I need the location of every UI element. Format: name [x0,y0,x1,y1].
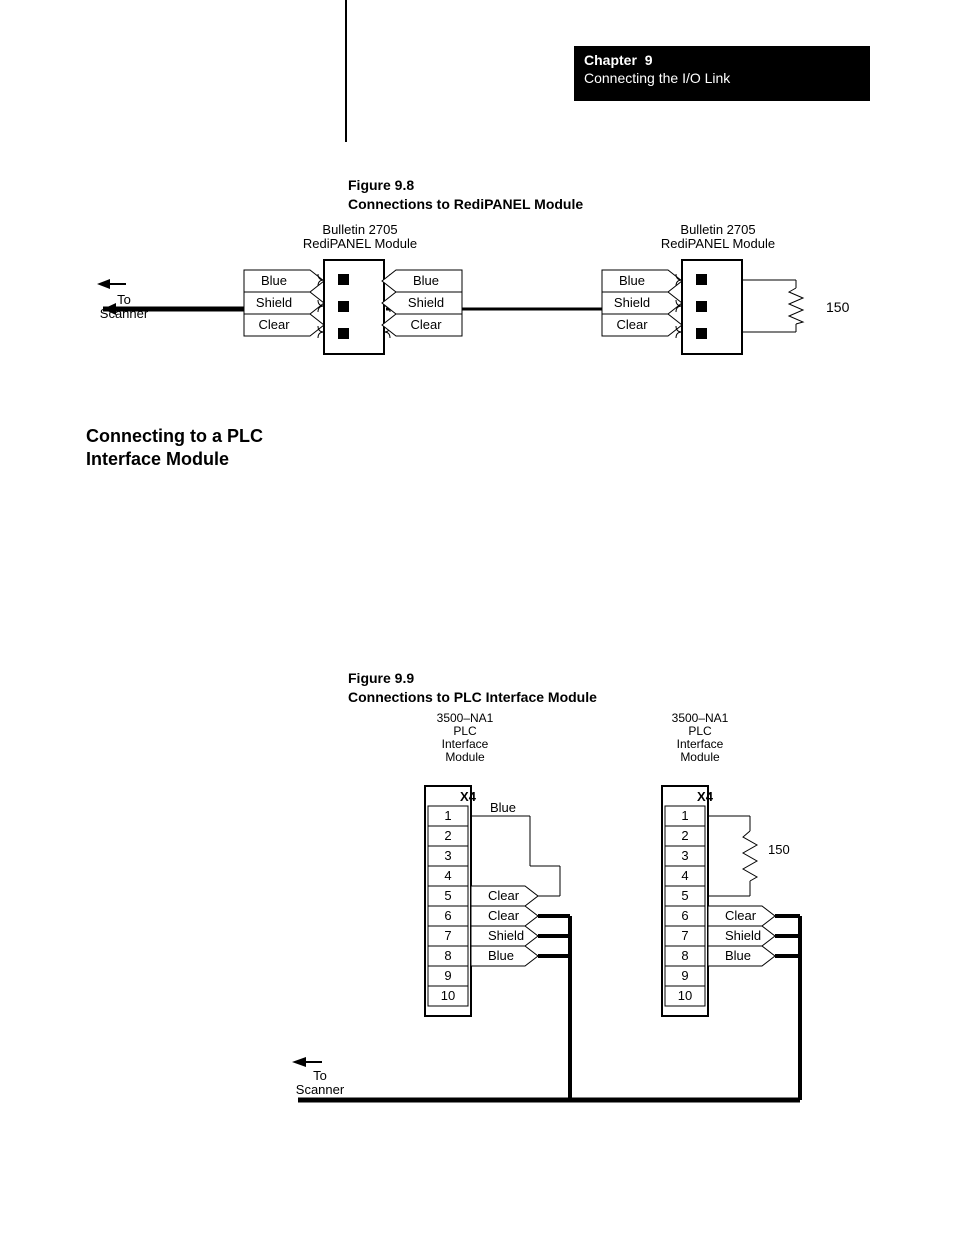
figure-99-caption: Figure 9.9 Connections to PLC Interface … [348,669,597,707]
module-2 [676,260,742,354]
module1-label-l2: RediPANEL Module [303,236,417,251]
to-scanner-2-l1: To [313,1068,327,1083]
svg-text:PLC: PLC [688,724,712,738]
svg-text:150: 150 [768,842,790,857]
section-heading-l1: Connecting to a PLC [86,426,263,446]
terminator-value: 150 [826,299,850,315]
svg-text:7: 7 [444,928,451,943]
figure-98-diagram: Bulletin 2705 RediPANEL Module Bulletin … [66,218,936,388]
svg-text:3: 3 [444,848,451,863]
chapter-number: 9 [645,52,653,68]
svg-text:Blue: Blue [488,948,514,963]
svg-text:10: 10 [441,988,455,1003]
module2-label-l1: Bulletin 2705 [680,222,755,237]
svg-text:2: 2 [444,828,451,843]
to-scanner-2-l2: Scanner [296,1082,345,1097]
svg-text:10: 10 [678,988,692,1003]
svg-text:3500–NA1: 3500–NA1 [672,711,729,725]
svg-text:8: 8 [444,948,451,963]
wire-block-2a: Blue Shield Clear [602,270,682,336]
section-heading-l2: Interface Module [86,449,229,469]
terminal-block-1: X4 1 2 3 4 5 6 7 8 9 10 [425,786,477,1016]
terminal-block-2: X4 1 2 3 4 5 6 7 8 9 10 [662,786,714,1016]
svg-text:Interface: Interface [442,737,489,751]
svg-text:6: 6 [444,908,451,923]
svg-text:Clear: Clear [488,888,520,903]
module-1 [318,260,390,354]
svg-text:8: 8 [681,948,688,963]
svg-text:Shield: Shield [408,295,444,310]
svg-text:Clear: Clear [258,317,290,332]
terminator-resistor: 150 [742,280,850,332]
svg-text:9: 9 [444,968,451,983]
svg-text:4: 4 [681,868,688,883]
svg-text:Shield: Shield [614,295,650,310]
svg-text:Clear: Clear [616,317,648,332]
chapter-subtitle: Connecting the I/O Link [584,70,860,86]
to-scanner-l1: To [117,292,131,307]
svg-text:Shield: Shield [256,295,292,310]
svg-text:7: 7 [681,928,688,943]
figure-99-title: Connections to PLC Interface Module [348,689,597,705]
figure-98-caption: Figure 9.8 Connections to RediPANEL Modu… [348,176,583,214]
module2-label-l2: RediPANEL Module [661,236,775,251]
svg-text:Module: Module [445,750,485,764]
to-scanner-l2: Scanner [100,306,149,321]
svg-text:Blue: Blue [725,948,751,963]
svg-text:Blue: Blue [490,800,516,815]
chapter-label: Chapter [584,52,637,68]
figure-99-diagram: 3500–NA1 PLC Interface Module 3500–NA1 P… [270,706,954,1126]
svg-text:5: 5 [444,888,451,903]
chapter-header: Chapter 9 Connecting the I/O Link [574,46,870,101]
svg-text:9: 9 [681,968,688,983]
section-heading: Connecting to a PLC Interface Module [86,425,263,472]
svg-text:3500–NA1: 3500–NA1 [437,711,494,725]
module1-label-l1: Bulletin 2705 [322,222,397,237]
svg-text:X4: X4 [460,789,477,804]
svg-text:Blue: Blue [619,273,645,288]
svg-text:X4: X4 [697,789,714,804]
svg-text:3: 3 [681,848,688,863]
svg-text:Shield: Shield [725,928,761,943]
wires-block-2: 150 Clear Shield Blue [708,816,800,1100]
svg-text:5: 5 [681,888,688,903]
svg-text:4: 4 [444,868,451,883]
svg-text:Blue: Blue [261,273,287,288]
svg-text:1: 1 [681,808,688,823]
header-divider [345,0,347,142]
svg-text:Shield: Shield [488,928,524,943]
svg-text:Blue: Blue [413,273,439,288]
svg-text:Interface: Interface [677,737,724,751]
svg-text:6: 6 [681,908,688,923]
svg-text:Clear: Clear [410,317,442,332]
figure-98-title: Connections to RediPANEL Module [348,196,583,212]
svg-text:PLC: PLC [453,724,477,738]
svg-text:2: 2 [681,828,688,843]
wire-block-1b: Blue Shield Clear [382,270,462,336]
figure-99-number: Figure 9.9 [348,670,414,686]
wire-block-1a: Blue Shield Clear [244,270,324,336]
svg-text:Clear: Clear [725,908,757,923]
figure-98-number: Figure 9.8 [348,177,414,193]
svg-text:Clear: Clear [488,908,520,923]
wires-block-1: Blue Clear Clear Shield Blue [471,800,570,1100]
svg-text:Module: Module [680,750,720,764]
svg-text:1: 1 [444,808,451,823]
